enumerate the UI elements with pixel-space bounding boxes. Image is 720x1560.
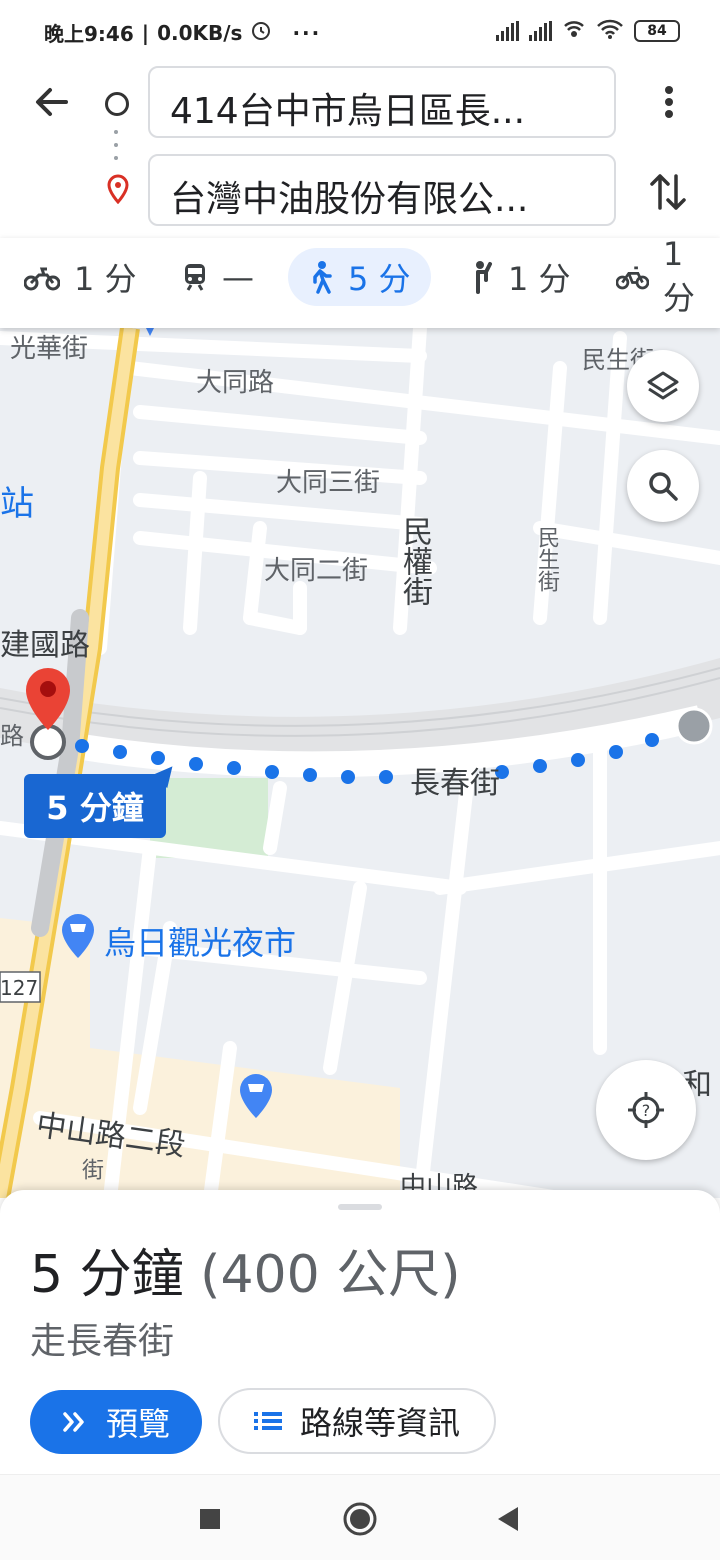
status-bar: 晚上9:46 | 0.0KB/s ··· 84 <box>0 0 720 62</box>
double-chevron-right-icon <box>63 1412 84 1432</box>
route-distance: (400 公尺) <box>200 1245 461 1305</box>
bicycle-icon <box>616 266 649 290</box>
station-label: 站 <box>0 484 34 524</box>
street-label: 街 <box>78 1158 103 1180</box>
arrow-left-icon <box>36 88 68 116</box>
street-label: 路 <box>0 722 24 750</box>
tab-ride[interactable]: 1 分 <box>468 248 571 306</box>
route-via: 走長春街 <box>30 1321 175 1362</box>
back-button[interactable] <box>30 80 74 124</box>
layers-button[interactable] <box>627 350 699 422</box>
recents-button[interactable] <box>190 1499 230 1539</box>
more-icon: ··· <box>292 20 322 45</box>
street-label: 大同三街 <box>276 468 381 498</box>
route-dots-icon <box>114 130 120 160</box>
map-base <box>0 328 720 1198</box>
signal-icon <box>496 21 519 41</box>
back-nav-button[interactable] <box>488 1499 528 1539</box>
crosshair-icon: ? <box>628 1092 664 1128</box>
status-left: 晚上9:46 | 0.0KB/s ··· <box>44 18 321 47</box>
tab-bike-label: 1 分 <box>662 235 695 317</box>
route-duration: 5 分鐘 <box>30 1245 184 1305</box>
swap-button[interactable] <box>648 170 688 214</box>
street-label: 建國路 <box>0 628 90 663</box>
walk-icon <box>313 261 332 294</box>
swap-icon <box>650 174 686 210</box>
signal-icon <box>529 21 552 41</box>
transit-icon <box>185 264 205 291</box>
home-button[interactable] <box>340 1499 380 1539</box>
street-label: 民生街 <box>534 526 559 592</box>
tab-walk-label: 5 分 <box>348 260 411 298</box>
travel-mode-tabs: 1 分 — 5 分 1 分 1 分 <box>0 235 720 328</box>
square-icon <box>200 1509 220 1529</box>
directions-header: 414台中市烏日區長... 台灣中油股份有限公... <box>0 62 720 230</box>
hotspot-icon <box>562 18 586 44</box>
route-summary-sheet[interactable]: 5 分鐘 (400 公尺) 走長春街 預覽 路線等資訊 <box>0 1190 720 1474</box>
search-icon <box>649 472 678 501</box>
battery-icon: 84 <box>634 20 680 42</box>
my-location-button[interactable]: ? <box>596 1060 696 1160</box>
tab-ride-label: 1 分 <box>508 260 571 298</box>
poi-night-market-label[interactable]: 烏日觀光夜市 <box>104 918 296 964</box>
route-duration-badge[interactable]: 5 分鐘 <box>24 774 166 838</box>
status-right: 84 <box>496 18 680 44</box>
tab-transit-label: — <box>222 258 254 296</box>
circle-icon <box>343 1502 377 1536</box>
tab-bike[interactable]: 1 分 <box>616 235 720 317</box>
wifi-icon <box>596 18 624 44</box>
hail-ride-icon <box>476 261 492 294</box>
list-icon <box>253 1412 282 1430</box>
tab-walk[interactable]: 5 分 <box>288 248 431 306</box>
system-nav-bar <box>0 1474 720 1560</box>
steps-button[interactable]: 路線等資訊 <box>218 1388 496 1454</box>
search-button[interactable] <box>627 450 699 522</box>
svg-text:?: ? <box>642 1101 651 1120</box>
destination-field[interactable]: 台灣中油股份有限公... <box>148 154 616 226</box>
status-speed: 0.0KB/s <box>157 20 243 45</box>
street-label: 大同路 <box>196 368 275 398</box>
status-time: 晚上9:46 <box>44 22 134 46</box>
preview-label: 預覽 <box>105 1405 170 1443</box>
route-street-label: 長春街 <box>410 766 500 801</box>
route-shield-label: 127 <box>0 976 39 1000</box>
map-view[interactable]: 光華街 大同路 大同三街 大同二街 民權街 民生街 民生街 站 建國路 路 長春… <box>0 328 720 1198</box>
steps-label: 路線等資訊 <box>299 1404 460 1442</box>
destination-pin-icon <box>104 174 132 205</box>
layers-icon <box>647 371 679 400</box>
alarm-icon <box>250 19 272 46</box>
kebab-icon <box>665 86 673 118</box>
preview-button[interactable]: 預覽 <box>30 1390 202 1454</box>
street-label: 光華街 <box>10 334 89 364</box>
route-summary: 5 分鐘 (400 公尺) <box>30 1232 461 1307</box>
more-options-button[interactable] <box>656 84 682 120</box>
street-label: 民權街 <box>397 516 432 606</box>
sheet-drag-handle[interactable] <box>338 1204 382 1210</box>
tab-motorcycle[interactable]: 1 分 <box>24 248 137 306</box>
tab-motorcycle-label: 1 分 <box>74 260 137 298</box>
street-label: 大同二街 <box>264 556 369 586</box>
tab-transit[interactable]: — <box>182 248 254 306</box>
triangle-left-icon <box>498 1507 518 1531</box>
origin-field[interactable]: 414台中市烏日區長... <box>148 66 616 138</box>
status-sep: | <box>141 20 150 45</box>
origin-dot-icon <box>105 92 129 116</box>
motorcycle-icon <box>24 267 60 291</box>
